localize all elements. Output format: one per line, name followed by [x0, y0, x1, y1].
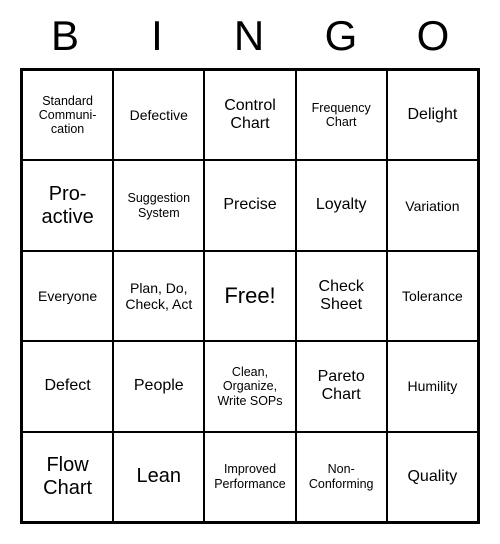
bingo-cell[interactable]: Variation	[387, 160, 478, 250]
bingo-cell[interactable]: Delight	[387, 70, 478, 160]
header-letter-o: O	[388, 12, 480, 60]
bingo-cell[interactable]: People	[113, 341, 204, 431]
bingo-cell[interactable]: Lean	[113, 432, 204, 522]
bingo-cell[interactable]: Control Chart	[204, 70, 295, 160]
bingo-cell[interactable]: Precise	[204, 160, 295, 250]
bingo-cell[interactable]: Defective	[113, 70, 204, 160]
header-letter-n: N	[204, 12, 296, 60]
header-letter-i: I	[112, 12, 204, 60]
bingo-cell[interactable]: Everyone	[22, 251, 113, 341]
bingo-grid: Standard Communi-cation Defective Contro…	[20, 68, 480, 524]
bingo-cell[interactable]: Pareto Chart	[296, 341, 387, 431]
header-letter-b: B	[20, 12, 112, 60]
header-letter-g: G	[296, 12, 388, 60]
bingo-cell[interactable]: Check Sheet	[296, 251, 387, 341]
bingo-cell-free[interactable]: Free!	[204, 251, 295, 341]
bingo-cell[interactable]: Frequency Chart	[296, 70, 387, 160]
bingo-cell[interactable]: Standard Communi-cation	[22, 70, 113, 160]
bingo-cell[interactable]: Clean, Organize, Write SOPs	[204, 341, 295, 431]
bingo-cell[interactable]: Plan, Do, Check, Act	[113, 251, 204, 341]
bingo-cell[interactable]: Defect	[22, 341, 113, 431]
bingo-cell[interactable]: Improved Performance	[204, 432, 295, 522]
bingo-cell[interactable]: Loyalty	[296, 160, 387, 250]
bingo-cell[interactable]: Humility	[387, 341, 478, 431]
bingo-cell[interactable]: Non-Conforming	[296, 432, 387, 522]
bingo-header: B I N G O	[20, 12, 480, 60]
bingo-cell[interactable]: Tolerance	[387, 251, 478, 341]
bingo-cell[interactable]: Pro-active	[22, 160, 113, 250]
bingo-cell[interactable]: Quality	[387, 432, 478, 522]
bingo-cell[interactable]: Flow Chart	[22, 432, 113, 522]
bingo-cell[interactable]: Suggestion System	[113, 160, 204, 250]
